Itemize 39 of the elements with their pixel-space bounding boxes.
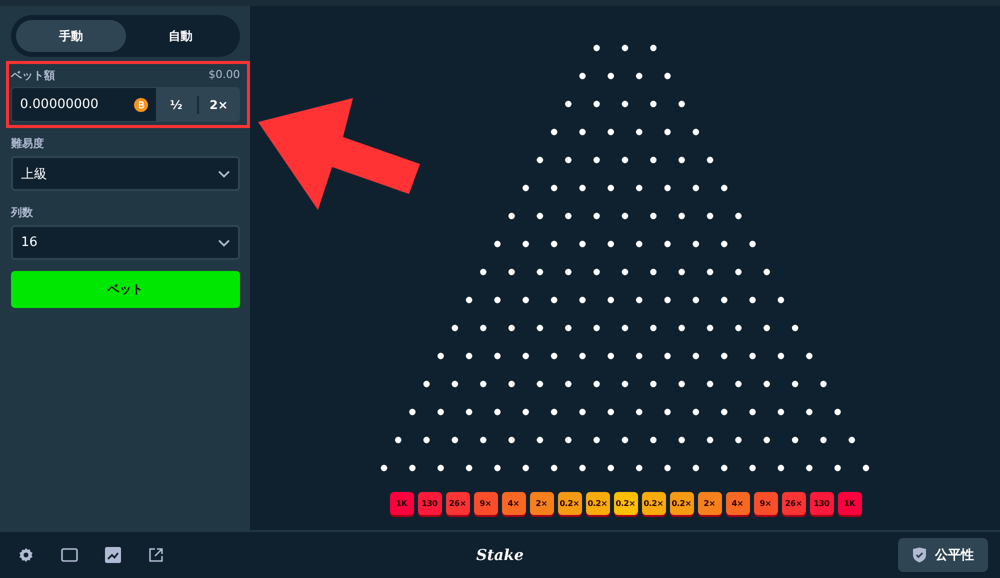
- double-button[interactable]: 2×: [198, 88, 239, 121]
- shield-check-icon: [912, 547, 927, 563]
- rows-label: 列数: [11, 205, 34, 220]
- mode-tab[interactable]: 自動: [126, 20, 235, 52]
- multiplier-slot: 130: [418, 492, 442, 515]
- fairness-button[interactable]: 公平性: [898, 538, 988, 572]
- multiplier-slot: 1K: [390, 492, 414, 515]
- coin-icon: [134, 98, 148, 112]
- bet-button[interactable]: ベット: [11, 271, 240, 308]
- multiplier-slot: 26×: [446, 492, 470, 515]
- settings-icon[interactable]: [18, 547, 34, 563]
- mode-tab[interactable]: 手動: [16, 20, 126, 52]
- multiplier-slot: 9×: [754, 492, 778, 515]
- window-icon[interactable]: [61, 548, 78, 562]
- chevron-down-icon: [218, 238, 230, 246]
- balance: $0.00: [208, 68, 240, 83]
- external-link-icon[interactable]: [148, 547, 164, 563]
- multiplier-slot: 0.2×: [558, 492, 582, 515]
- chevron-down-icon: [218, 170, 230, 178]
- multiplier-slot: 1K: [838, 492, 862, 515]
- bet-amount-field[interactable]: 0.00000000: [12, 88, 156, 121]
- multiplier-slot: 0.2×: [642, 492, 666, 515]
- difficulty-select[interactable]: 上級: [11, 156, 240, 191]
- multiplier-slot: 0.2×: [670, 492, 694, 515]
- multiplier-slot: 26×: [782, 492, 806, 515]
- rows-select[interactable]: 16: [11, 225, 240, 260]
- multiplier-slot: 9×: [474, 492, 498, 515]
- multiplier-slot: 0.2×: [586, 492, 610, 515]
- multiplier-slot: 0.2×: [614, 492, 638, 515]
- multiplier-slot: 2×: [698, 492, 722, 515]
- multiplier-slot: 4×: [726, 492, 750, 515]
- multiplier-slot: 4×: [502, 492, 526, 515]
- multiplier-slot: 2×: [530, 492, 554, 515]
- half-button[interactable]: ½: [156, 88, 196, 121]
- multiplier-slot: 130: [810, 492, 834, 515]
- chart-icon[interactable]: [105, 547, 121, 563]
- logo: Stake: [476, 546, 524, 564]
- difficulty-label: 難易度: [11, 136, 45, 151]
- bet-amount-label: ベット額: [11, 68, 55, 83]
